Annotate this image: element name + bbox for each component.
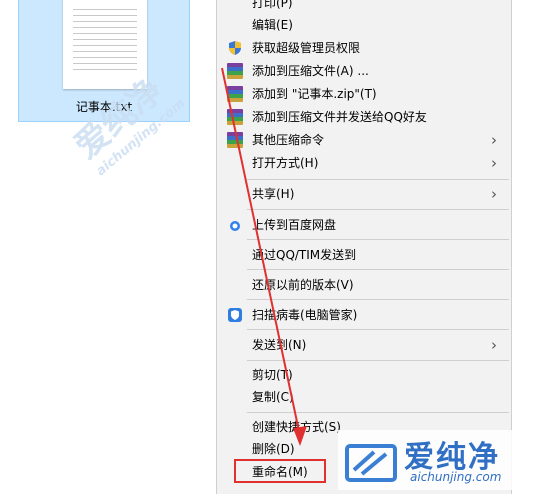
brand-logo-watermark: 爱纯净 aichunjing.com [338,430,537,490]
annotation-arrow [221,67,307,446]
brand-logo-icon [345,444,397,482]
rename-highlight-box [234,459,326,483]
